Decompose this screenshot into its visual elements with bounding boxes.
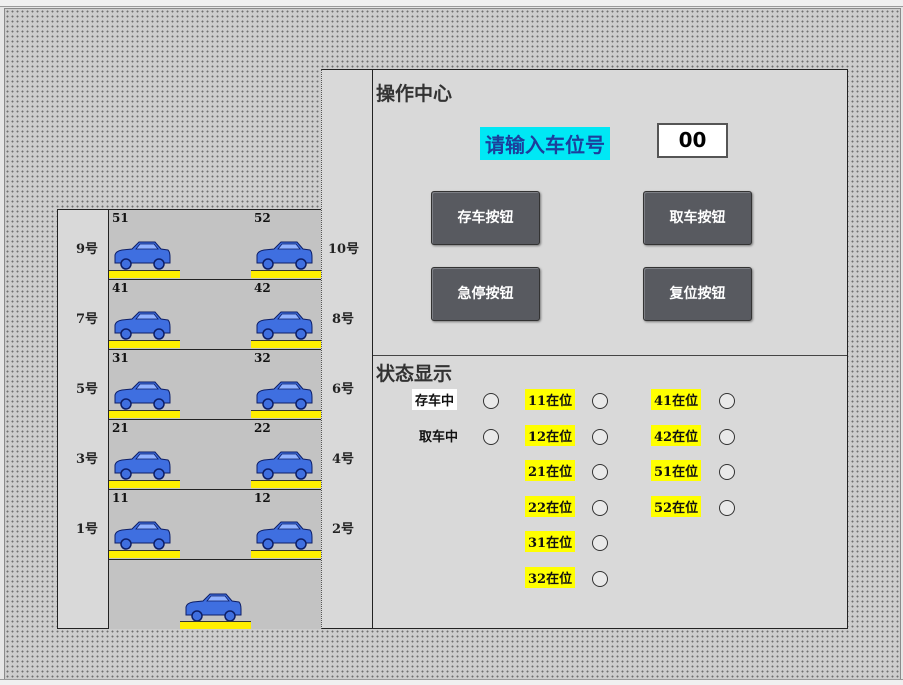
parking-slot-52: 52 xyxy=(251,210,322,280)
slot-number: 22 xyxy=(254,421,271,435)
indicator-lamp-icon xyxy=(592,393,608,409)
car-icon xyxy=(256,381,313,410)
slot-52-status: 52在位 xyxy=(651,496,702,517)
floor-label-left: 5号 xyxy=(76,382,99,397)
section-divider xyxy=(373,355,847,356)
slot-41-status: 41在位 xyxy=(651,389,702,410)
retrieve-button[interactable]: 取车按钮 xyxy=(643,191,752,245)
parking-slot-12: 12 xyxy=(251,490,322,560)
slot-31-status: 31在位 xyxy=(525,531,576,552)
right-floor-label-strip: 10号 8号 6号 4号 2号 xyxy=(321,69,373,629)
pallet xyxy=(180,621,251,629)
slot-number: 52 xyxy=(254,211,271,225)
slot-number: 21 xyxy=(112,421,129,435)
pallet xyxy=(251,550,322,558)
slot-number: 31 xyxy=(112,351,129,365)
operation-center-title: 操作中心 xyxy=(376,83,453,105)
car-icon xyxy=(114,311,171,340)
indicator-lamp-icon xyxy=(719,393,735,409)
slot-22-status: 22在位 xyxy=(525,496,576,517)
floor-label-left: 9号 xyxy=(76,242,99,257)
slot-51-status: 51在位 xyxy=(651,460,702,481)
indicator-lamp-icon xyxy=(719,429,735,445)
status-display-title: 状态显示 xyxy=(376,363,453,385)
pallet xyxy=(109,340,180,348)
floor-label-left: 1号 xyxy=(76,522,99,537)
car-icon xyxy=(114,451,171,480)
parking-slot-42: 42 xyxy=(251,280,322,350)
empty-slot-left xyxy=(109,560,180,629)
slot-42-status: 42在位 xyxy=(651,425,702,446)
pallet xyxy=(251,270,322,278)
lift-shaft-cell xyxy=(180,280,251,350)
pallet xyxy=(251,340,322,348)
retrieving-status-label: 取车中 xyxy=(419,430,459,445)
indicator-lamp-icon xyxy=(719,500,735,516)
bottom-strip xyxy=(0,679,903,685)
indicator-lamp-icon xyxy=(483,429,499,445)
top-toolbar-strip xyxy=(0,0,903,7)
car-icon xyxy=(256,241,313,270)
parking-slot-21: 21 xyxy=(109,420,180,490)
parking-slot-32: 32 xyxy=(251,350,322,420)
slot-number: 41 xyxy=(112,281,129,295)
park-button[interactable]: 存车按钮 xyxy=(431,191,540,245)
slot-number-prompt: 请输入车位号 xyxy=(480,127,610,160)
parking-slot-22: 22 xyxy=(251,420,322,490)
reset-button[interactable]: 复位按钮 xyxy=(643,267,752,321)
slot-12-status: 12在位 xyxy=(525,425,576,446)
floor-label-left: 3号 xyxy=(76,452,99,467)
floor-label-left: 7号 xyxy=(76,312,99,327)
parking-slot-41: 41 xyxy=(109,280,180,350)
lift-shaft-cell xyxy=(180,420,251,490)
indicator-lamp-icon xyxy=(592,535,608,551)
floor-label-right: 4号 xyxy=(332,452,355,467)
emergency-stop-button[interactable]: 急停按钮 xyxy=(431,267,540,321)
slot-number: 42 xyxy=(254,281,271,295)
indicator-lamp-icon xyxy=(592,571,608,587)
car-icon xyxy=(114,241,171,270)
pallet xyxy=(251,410,322,418)
pallet xyxy=(251,480,322,488)
pallet xyxy=(109,270,180,278)
indicator-lamp-icon xyxy=(592,429,608,445)
floor-label-right: 8号 xyxy=(332,312,355,327)
lift-shaft-cell xyxy=(180,350,251,420)
car-icon xyxy=(256,311,313,340)
slot-number: 11 xyxy=(112,491,129,505)
indicator-lamp-icon xyxy=(483,393,499,409)
slot-number-input[interactable]: 00 xyxy=(657,123,728,158)
pallet xyxy=(109,550,180,558)
slot-number: 32 xyxy=(254,351,271,365)
car-icon xyxy=(185,593,242,622)
parking-slot-11: 11 xyxy=(109,490,180,560)
car-icon xyxy=(256,521,313,550)
slot-number: 51 xyxy=(112,211,129,225)
floor-label-right: 2号 xyxy=(332,522,355,537)
garage-rack: 9号 7号 5号 3号 1号 51 41 31 21 11 52 42 32 2… xyxy=(57,209,322,629)
floor-label-right: 10号 xyxy=(328,242,360,257)
parking-slot-51: 51 xyxy=(109,210,180,280)
slot-21-status: 21在位 xyxy=(525,460,576,481)
car-icon xyxy=(114,521,171,550)
lift-platform xyxy=(180,560,251,629)
car-icon xyxy=(256,451,313,480)
empty-slot-right xyxy=(251,560,322,629)
control-panel: 操作中心 请输入车位号 00 存车按钮 取车按钮 急停按钮 复位按钮 状态显示 … xyxy=(372,69,848,629)
lift-shaft-cell xyxy=(180,490,251,560)
slot-11-status: 11在位 xyxy=(525,389,576,410)
indicator-lamp-icon xyxy=(719,464,735,480)
slot-32-status: 32在位 xyxy=(525,567,576,588)
parking-status-label: 存车中 xyxy=(412,389,458,410)
slot-number: 12 xyxy=(254,491,271,505)
parking-slot-31: 31 xyxy=(109,350,180,420)
floor-label-right: 6号 xyxy=(332,382,355,397)
lift-shaft-cell xyxy=(180,210,251,280)
car-icon xyxy=(114,381,171,410)
pallet xyxy=(109,410,180,418)
indicator-lamp-icon xyxy=(592,500,608,516)
pallet xyxy=(109,480,180,488)
indicator-lamp-icon xyxy=(592,464,608,480)
